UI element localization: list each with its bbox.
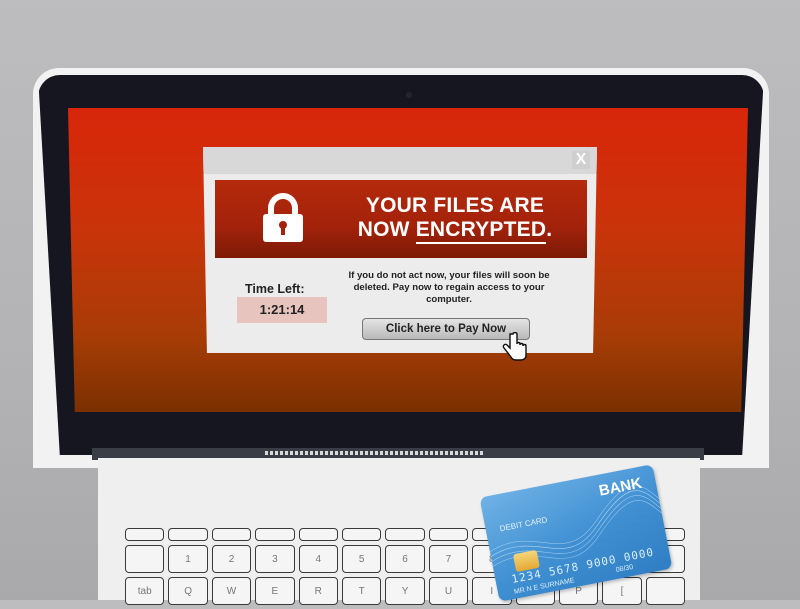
close-button[interactable]: X xyxy=(572,151,590,169)
key[interactable]: 7 xyxy=(428,545,469,573)
hand-cursor-icon xyxy=(502,332,527,361)
key[interactable] xyxy=(645,577,686,605)
ransom-message: If you do not act now, your files will s… xyxy=(348,270,550,305)
key[interactable]: 6 xyxy=(385,545,425,573)
headline-line1: YOUR FILES ARE xyxy=(365,194,545,217)
key[interactable]: Q xyxy=(168,577,208,605)
headline-period: . xyxy=(546,218,553,241)
webcam xyxy=(406,92,412,98)
key[interactable]: U xyxy=(428,577,469,605)
countdown-timer: 1:21:14 xyxy=(237,297,327,323)
key[interactable] xyxy=(125,545,165,573)
key[interactable]: 1 xyxy=(168,545,208,573)
fn-key[interactable] xyxy=(341,528,382,541)
fn-key[interactable] xyxy=(428,528,469,541)
headline-line2: NOW ENCRYPTED. xyxy=(335,218,575,244)
key[interactable]: 3 xyxy=(255,545,295,573)
key[interactable]: 2 xyxy=(211,545,252,573)
key[interactable]: [ xyxy=(602,577,642,605)
key[interactable]: Y xyxy=(385,577,425,605)
fn-key[interactable] xyxy=(298,528,338,541)
vent-grille xyxy=(265,451,485,455)
key[interactable]: R xyxy=(298,577,338,605)
headline-now: NOW xyxy=(357,218,416,241)
fn-key[interactable] xyxy=(125,528,165,541)
headline: YOUR FILES ARE NOW ENCRYPTED. xyxy=(335,194,575,244)
key[interactable]: 5 xyxy=(341,545,382,573)
dialog-titlebar: X xyxy=(203,147,597,174)
time-left-label: Time Left: xyxy=(245,282,305,296)
ransomware-dialog: X YOUR FILES ARE NOW ENCRYPTED. Time Lef… xyxy=(203,147,597,353)
headline-encrypted: ENCRYPTED xyxy=(415,218,547,244)
fn-key[interactable] xyxy=(255,528,295,541)
key[interactable]: 4 xyxy=(298,545,338,573)
key[interactable]: T xyxy=(341,577,382,605)
key[interactable]: W xyxy=(211,577,252,605)
warning-banner: YOUR FILES ARE NOW ENCRYPTED. xyxy=(215,180,587,258)
fn-key[interactable] xyxy=(168,528,208,541)
fn-key[interactable] xyxy=(385,528,425,541)
fn-key[interactable] xyxy=(211,528,252,541)
key[interactable]: E xyxy=(255,577,295,605)
key[interactable]: tab xyxy=(125,577,165,605)
padlock-icon xyxy=(263,193,303,242)
